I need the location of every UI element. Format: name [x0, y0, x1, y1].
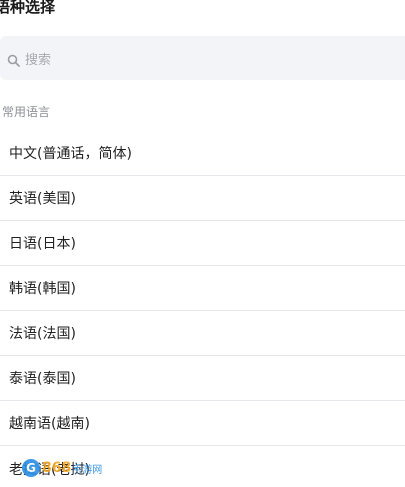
search-icon — [7, 52, 20, 67]
language-list: 中文(普通话，简体) 英语(美国) 日语(日本) 韩语(韩国) 法语(法国) 泰… — [0, 131, 405, 487]
language-item-vietnamese[interactable]: 越南语(越南) — [0, 401, 405, 446]
search-placeholder: 搜索 — [25, 52, 52, 68]
language-item-thai[interactable]: 泰语(泰国) — [0, 356, 405, 401]
language-item-chinese-mandarin-simplified[interactable]: 中文(普通话，简体) — [0, 131, 405, 176]
page-title: 语种选择 — [0, 0, 56, 16]
section-label-common: 常用语言 — [2, 105, 51, 119]
language-item-japanese[interactable]: 日语(日本) — [0, 221, 405, 266]
language-select-page: 语种选择 搜索 常用语言 中文(普通话，简体) 英语(美国) 日语(日本) 韩语… — [0, 0, 405, 487]
language-item-lao[interactable]: 老挝语(老挝) — [0, 446, 405, 487]
language-item-french[interactable]: 法语(法国) — [0, 311, 405, 356]
search-input[interactable]: 搜索 — [0, 36, 405, 80]
language-item-korean[interactable]: 韩语(韩国) — [0, 266, 405, 311]
language-item-english-us[interactable]: 英语(美国) — [0, 176, 405, 221]
